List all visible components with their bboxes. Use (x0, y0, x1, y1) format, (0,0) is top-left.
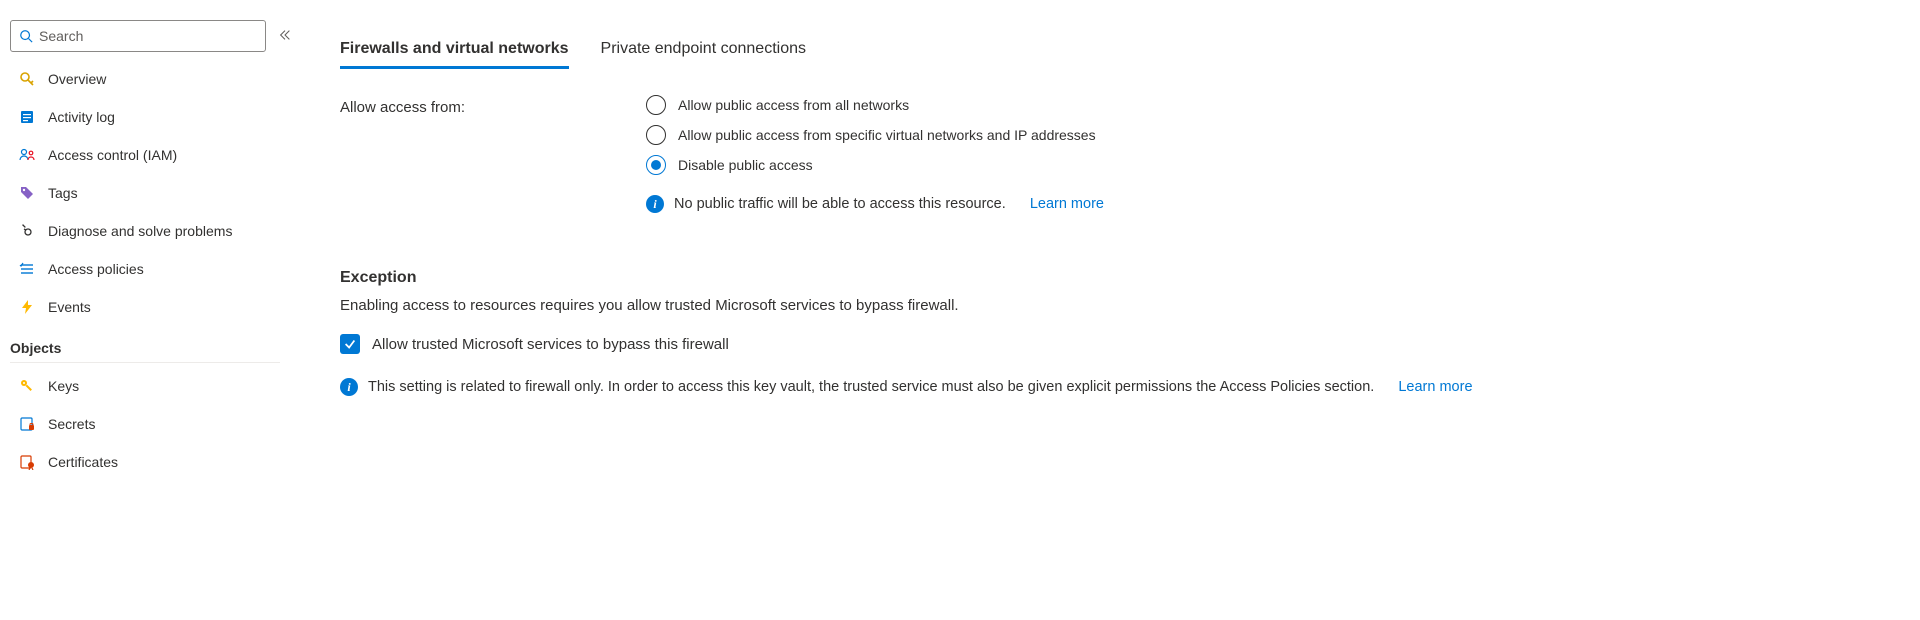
sidebar-item-diagnose[interactable]: Diagnose and solve problems (10, 212, 290, 250)
events-icon (18, 298, 36, 316)
sidebar-item-secrets[interactable]: Secrets (10, 405, 290, 443)
sidebar-item-label: Tags (48, 185, 78, 201)
radio-icon (646, 95, 666, 115)
radio-allow-specific[interactable]: Allow public access from specific virtua… (646, 125, 1104, 145)
sidebar-item-label: Keys (48, 378, 79, 394)
checkbox-label: Allow trusted Microsoft services to bypa… (372, 336, 729, 353)
trusted-services-checkbox[interactable] (340, 334, 360, 354)
access-info: i No public traffic will be able to acce… (646, 195, 1104, 213)
radio-icon (646, 125, 666, 145)
key-vault-icon (18, 70, 36, 88)
info-text: No public traffic will be able to access… (674, 196, 1006, 212)
learn-more-link[interactable]: Learn more (1030, 196, 1104, 212)
sidebar-item-label: Secrets (48, 416, 95, 432)
search-row (10, 20, 300, 52)
search-box[interactable] (10, 20, 266, 52)
sidebar-item-certificates[interactable]: Certificates (10, 443, 290, 481)
certificates-icon (18, 453, 36, 471)
allow-access-label: Allow access from: (340, 95, 646, 213)
sidebar-item-access-policies[interactable]: Access policies (10, 250, 290, 288)
sidebar-item-tags[interactable]: Tags (10, 174, 290, 212)
sidebar-item-label: Activity log (48, 109, 115, 125)
search-input[interactable] (39, 28, 257, 44)
info-icon: i (340, 378, 358, 396)
sidebar-item-overview[interactable]: Overview (10, 60, 290, 98)
sidebar-item-label: Overview (48, 71, 106, 87)
sidebar-item-events[interactable]: Events (10, 288, 290, 326)
exception-heading: Exception (340, 269, 1900, 287)
tags-icon (18, 184, 36, 202)
collapse-sidebar-button[interactable] (278, 28, 292, 45)
tab-private-endpoints[interactable]: Private endpoint connections (601, 40, 806, 69)
sidebar-item-access-control[interactable]: Access control (IAM) (10, 136, 290, 174)
sidebar-item-label: Diagnose and solve problems (48, 223, 232, 239)
sidebar: Overview Activity log Access control (IA… (0, 0, 300, 620)
sidebar-item-label: Access control (IAM) (48, 147, 177, 163)
exception-info: i This setting is related to firewall on… (340, 378, 1900, 396)
radio-allow-all[interactable]: Allow public access from all networks (646, 95, 1104, 115)
radio-disable[interactable]: Disable public access (646, 155, 1104, 175)
search-icon (19, 29, 33, 43)
keys-icon (18, 377, 36, 395)
activity-log-icon (18, 108, 36, 126)
learn-more-link[interactable]: Learn more (1398, 379, 1472, 395)
access-radio-group: Allow public access from all networks Al… (646, 95, 1104, 213)
diagnose-icon (18, 222, 36, 240)
sidebar-item-label: Certificates (48, 454, 118, 470)
sidebar-section-objects: Objects (10, 326, 280, 363)
radio-icon (646, 155, 666, 175)
sidebar-item-keys[interactable]: Keys (10, 367, 290, 405)
access-row: Allow access from: Allow public access f… (340, 95, 1900, 213)
info-icon: i (646, 195, 664, 213)
sidebar-item-label: Access policies (48, 261, 144, 277)
main-content: Firewalls and virtual networks Private e… (300, 0, 1920, 620)
sidebar-item-activity-log[interactable]: Activity log (10, 98, 290, 136)
trusted-services-checkbox-row: Allow trusted Microsoft services to bypa… (340, 334, 1900, 354)
tab-firewalls[interactable]: Firewalls and virtual networks (340, 40, 569, 69)
exception-desc: Enabling access to resources requires yo… (340, 297, 1900, 314)
access-control-icon (18, 146, 36, 164)
access-policies-icon (18, 260, 36, 278)
radio-label: Allow public access from specific virtua… (678, 127, 1096, 143)
info-text: This setting is related to firewall only… (368, 379, 1374, 395)
tabs: Firewalls and virtual networks Private e… (340, 40, 1900, 69)
secrets-icon (18, 415, 36, 433)
radio-label: Allow public access from all networks (678, 97, 909, 113)
radio-label: Disable public access (678, 157, 813, 173)
sidebar-item-label: Events (48, 299, 91, 315)
nav-scroll[interactable]: Overview Activity log Access control (IA… (10, 60, 296, 620)
